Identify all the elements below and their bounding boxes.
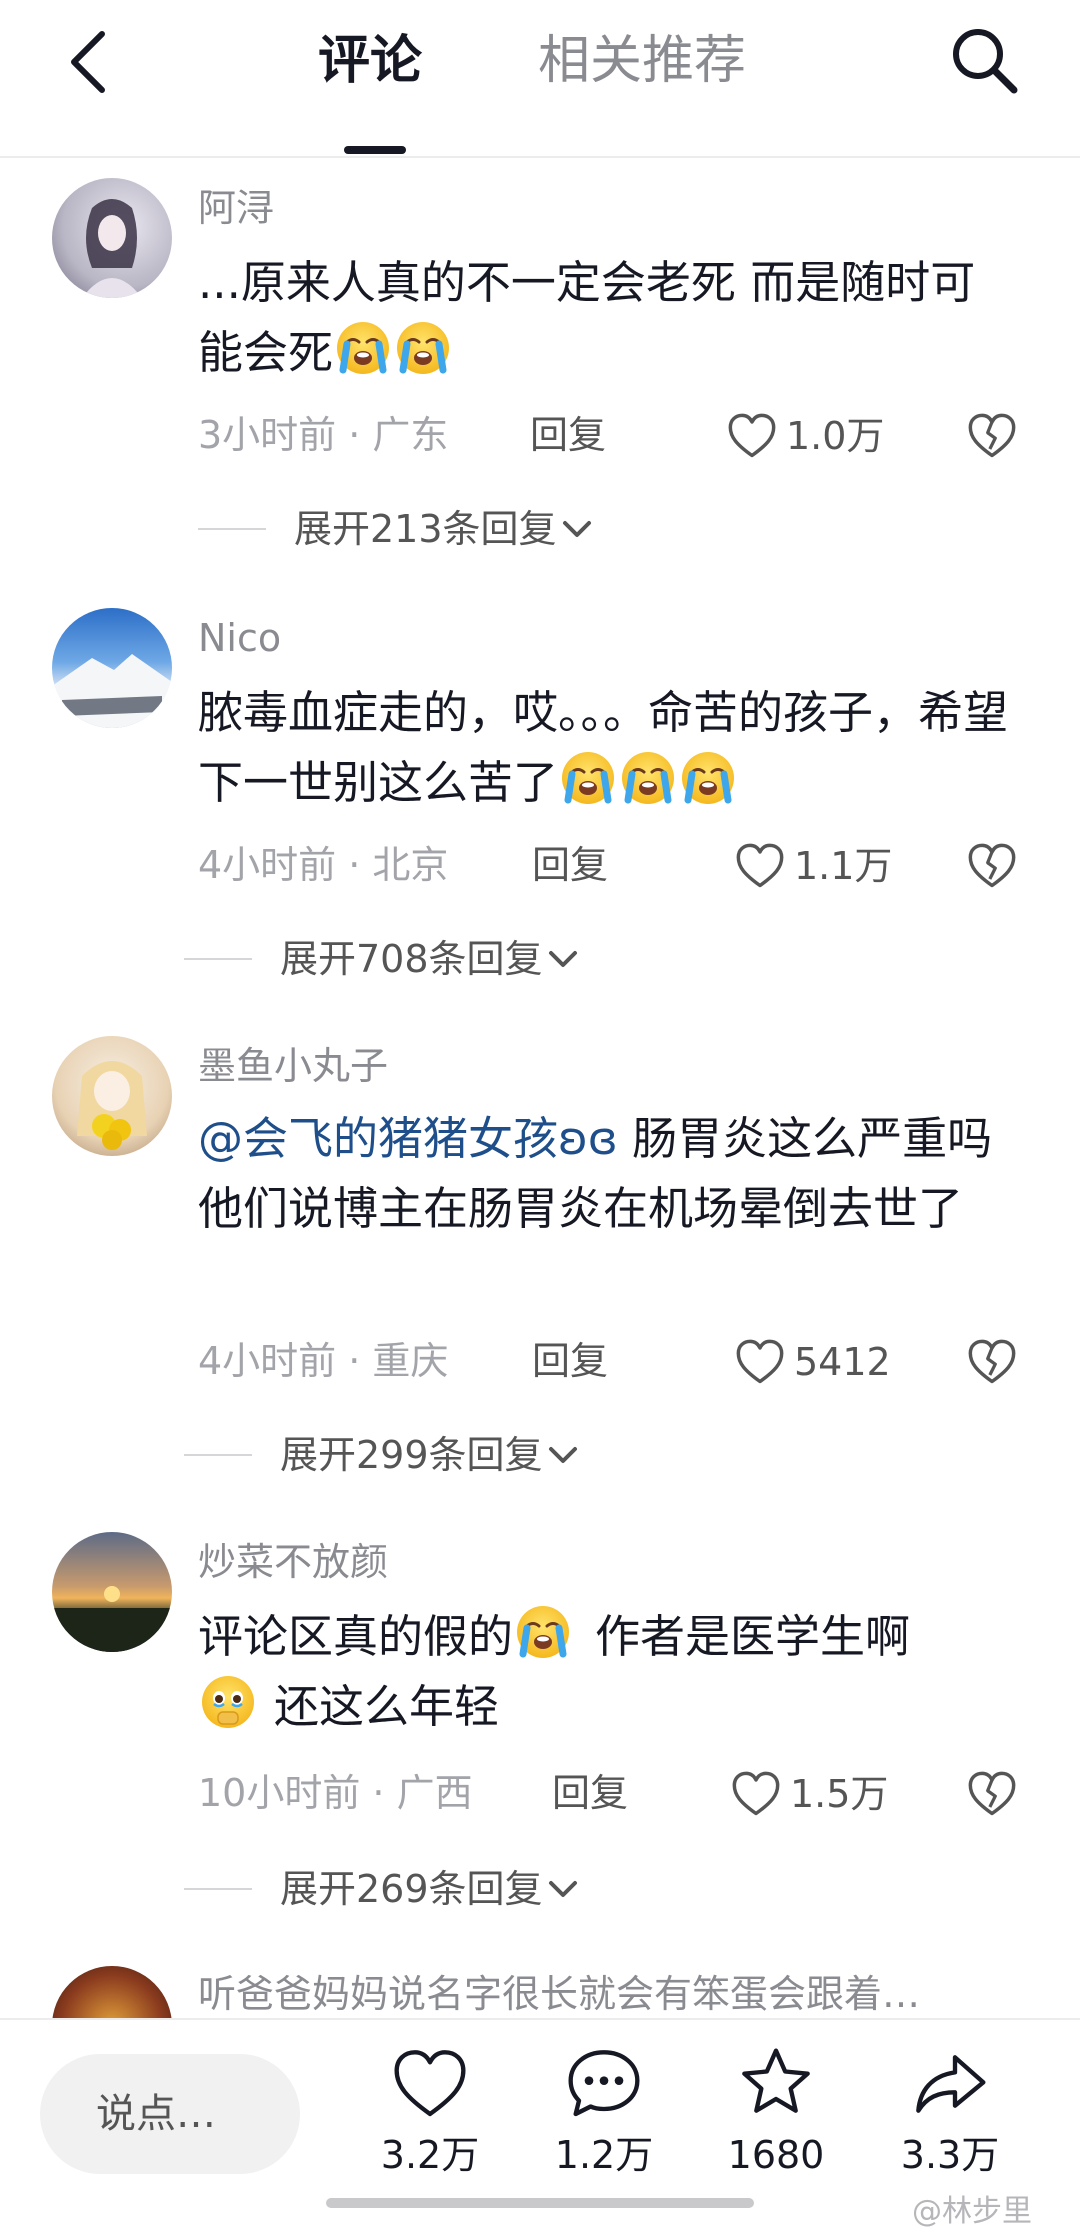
expand-replies-label: 展开299条回复 [280,1433,543,1477]
star-icon [742,2048,810,2113]
avatar[interactable] [52,608,172,728]
dislike-broken-heart-icon[interactable] [966,1768,1018,1820]
divider [198,528,266,530]
divider [184,1888,252,1890]
holding-back-tears-emoji-icon [200,1674,256,1730]
dislike-broken-heart-icon[interactable] [966,840,1018,892]
mention-link[interactable]: @会飞的猪猪女孩ʚɞ [198,1112,618,1165]
like-count: 1.5万 [790,1772,889,1816]
dislike-broken-heart-icon[interactable] [966,1336,1018,1388]
loudly-crying-emoji-icon [620,750,676,806]
loudly-crying-emoji-icon [680,750,736,806]
like-count: 5412 [794,1340,891,1384]
home-indicator[interactable] [326,2198,754,2208]
like-count: 1.1万 [794,844,893,888]
favorite-count: 1680 [727,2133,825,2177]
reply-button[interactable]: 回复 [532,1336,608,1386]
like-button[interactable]: 1.0万 [726,408,884,464]
chevron-down-icon [548,1881,577,1897]
heart-icon [394,2050,466,2117]
search-button[interactable] [944,20,1024,100]
comment-bubble-icon [568,2050,640,2117]
comment-username[interactable]: Nico [198,614,281,662]
reply-button[interactable]: 回复 [552,1768,628,1818]
expand-replies-label: 展开213条回复 [294,507,557,551]
expand-replies-label: 展开708条回复 [280,937,543,981]
comment-body: 还这么年轻 [274,1680,500,1733]
like-button[interactable]: 1.1万 [734,838,892,894]
comment-time-location: 3小时前 · 广东 [198,413,449,457]
expand-replies-button[interactable]: 展开708条回复 [184,934,583,984]
share-arrow-icon [916,2055,986,2113]
avatar[interactable] [52,1966,172,2020]
chevron-down-icon [562,521,591,537]
loudly-crying-emoji-icon [395,320,451,376]
avatar[interactable] [52,178,172,298]
divider [184,1454,252,1456]
like-button[interactable]: 1.5万 [730,1766,888,1822]
comments-button[interactable]: 1.2万 [534,2044,674,2180]
chevron-down-icon [548,951,577,967]
comment-time-location: 4小时前 · 北京 [198,843,449,887]
comment-time-location: 10小时前 · 广西 [198,1771,473,1815]
expand-replies-button[interactable]: 展开299条回复 [184,1430,583,1480]
comment-body: 评论区真的假的 [198,1610,514,1663]
expand-replies-button[interactable]: 展开269条回复 [184,1864,583,1914]
chevron-left-icon [71,31,105,93]
loudly-crying-emoji-icon [515,1604,571,1660]
comment-item-partial: 听爸爸妈妈说名字很长就会有笨蛋会跟着… [0,1960,1080,2020]
loudly-crying-emoji-icon [560,750,616,806]
comment-text: @会飞的猪猪女孩ʚɞ 肠胃炎这么严重吗 他们说博主在肠胃炎在机场晕倒去世了 [198,1104,1018,1244]
comment-body: 作者是医学生啊 [595,1610,911,1663]
comment-body: ...原来人真的不一定会老死 而是随时可能会死 [198,256,976,379]
heart-outline-icon [726,410,778,462]
heart-outline-icon [734,1336,786,1388]
comment-text: 脓毒血症走的，哎。。。命苦的孩子，希望下一世别这么苦了 [198,678,1018,818]
active-tab-indicator [344,146,406,154]
comment-username[interactable]: 阿浔 [198,184,274,232]
avatar[interactable] [52,1532,172,1652]
comment-time-location: 4小时前 · 重庆 [198,1339,449,1383]
loudly-crying-emoji-icon [335,320,391,376]
tab-comments[interactable]: 评论 [318,26,422,96]
comment-text: 评论区真的假的 作者是医学生啊 还这么年轻 [198,1602,1018,1742]
expand-replies-button[interactable]: 展开213条回复 [198,504,597,554]
search-icon [953,29,1018,94]
reply-button[interactable]: 回复 [530,410,606,460]
comment-count: 1.2万 [554,2133,654,2177]
share-count: 3.3万 [900,2133,1000,2177]
comment-input[interactable]: 说点… [40,2054,300,2174]
share-button[interactable]: 3.3万 [880,2044,1020,2180]
chevron-down-icon [548,1447,577,1463]
like-video-button[interactable]: 3.2万 [360,2044,500,2180]
like-button[interactable]: 5412 [734,1334,891,1390]
avatar[interactable] [52,1036,172,1156]
like-count: 3.2万 [380,2133,480,2177]
favorite-button[interactable]: 1680 [706,2044,846,2180]
tab-related-recommendations[interactable]: 相关推荐 [538,26,746,96]
comment-username[interactable]: 炒菜不放颜 [198,1538,388,1586]
comment-username[interactable]: 听爸爸妈妈说名字很长就会有笨蛋会跟着… [198,1970,920,2018]
divider [184,958,252,960]
expand-replies-label: 展开269条回复 [280,1867,543,1911]
reply-button[interactable]: 回复 [532,840,608,890]
back-button[interactable] [60,28,120,96]
comment-username[interactable]: 墨鱼小丸子 [198,1042,388,1090]
comment-text: ...原来人真的不一定会老死 而是随时可能会死 [198,248,1018,388]
heart-outline-icon [734,840,786,892]
dislike-broken-heart-icon[interactable] [966,410,1018,462]
like-count: 1.0万 [786,414,885,458]
top-nav-bar: 评论 相关推荐 [0,0,1080,158]
watermark: @林步里 [912,2194,1032,2229]
heart-outline-icon [730,1768,782,1820]
